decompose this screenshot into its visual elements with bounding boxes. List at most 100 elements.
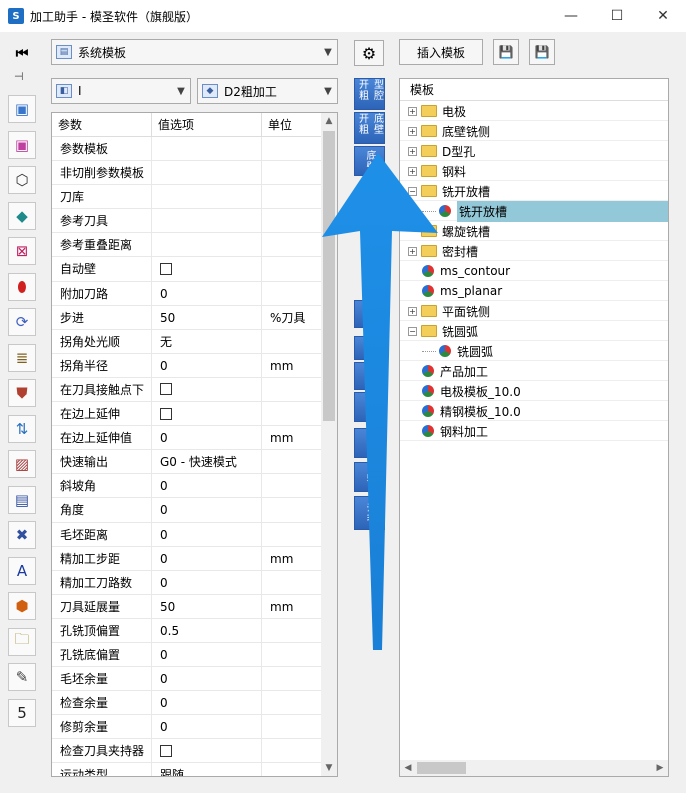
tree-folder-node[interactable]: + 电极 bbox=[408, 101, 466, 121]
tree-row[interactable]: + 钢料 bbox=[400, 161, 668, 181]
param-row[interactable]: 毛坯余量 0 bbox=[52, 667, 322, 692]
param-row[interactable]: 在边上延伸值 0 mm bbox=[52, 426, 322, 451]
param-value[interactable]: 0 bbox=[152, 353, 262, 378]
param-checkbox[interactable] bbox=[160, 383, 172, 396]
scroll-thumb[interactable] bbox=[417, 762, 466, 774]
param-row[interactable]: 参考刀具 bbox=[52, 209, 322, 234]
param-value[interactable]: 0.5 bbox=[152, 618, 262, 643]
tree-row[interactable]: + 平面铣侧 bbox=[400, 301, 668, 321]
tree-row[interactable]: 螺旋铣槽 bbox=[400, 221, 668, 241]
param-value[interactable] bbox=[152, 402, 262, 427]
tree-row[interactable]: 铣圆弧 bbox=[400, 341, 668, 361]
feature-icon[interactable]: ⊠ bbox=[8, 237, 36, 265]
folder-icon[interactable]: 🗀 bbox=[8, 627, 36, 656]
scroll-up-icon[interactable]: ▲ bbox=[321, 113, 337, 129]
tree-folder-node[interactable]: + 底壁铣侧 bbox=[408, 121, 490, 141]
orbit-icon[interactable]: ⟳ bbox=[8, 308, 36, 336]
param-row[interactable]: 自动壁 bbox=[52, 257, 322, 282]
cube-teal-icon[interactable]: ◆ bbox=[8, 201, 36, 230]
pin-icon[interactable]: ⊣ bbox=[14, 70, 24, 83]
maximize-button[interactable]: ☐ bbox=[594, 0, 640, 32]
column-header-value[interactable]: 值选项 bbox=[152, 113, 262, 137]
color-cube-icon[interactable]: ⬢ bbox=[8, 592, 36, 620]
param-row[interactable]: 附加刀路 0 bbox=[52, 281, 322, 306]
insert-template-button[interactable]: 插入模板 bbox=[399, 39, 483, 65]
tree-row[interactable]: 产品加工 bbox=[400, 361, 668, 381]
param-row[interactable]: 非切削参数模板 bbox=[52, 161, 322, 186]
close-button[interactable]: ✕ bbox=[640, 0, 686, 32]
param-value[interactable] bbox=[152, 185, 262, 210]
measure-icon[interactable]: ▨ bbox=[8, 450, 36, 478]
tree-row[interactable]: 精钢模板_10.0 bbox=[400, 401, 668, 421]
param-row[interactable]: 拐角半径 0 mm bbox=[52, 353, 322, 378]
param-value[interactable]: 0 bbox=[152, 715, 262, 740]
param-row[interactable]: 刀具延展量 50 mm bbox=[52, 594, 322, 619]
text-icon[interactable]: A bbox=[8, 556, 36, 585]
param-row[interactable]: 参数模板 bbox=[52, 137, 322, 162]
param-row[interactable]: 斜坡角 0 bbox=[52, 474, 322, 499]
param-value[interactable]: 0 bbox=[152, 546, 262, 571]
param-value[interactable]: 0 bbox=[152, 474, 262, 499]
settings-gear-button[interactable]: ⚙ bbox=[354, 40, 384, 66]
cube-pink-icon[interactable]: ▣ bbox=[8, 130, 36, 159]
tree-row[interactable]: 电极模板_10.0 bbox=[400, 381, 668, 401]
param-row[interactable]: 孔铣底偏置 0 bbox=[52, 642, 322, 668]
param-row[interactable]: 精加工步距 0 mm bbox=[52, 546, 322, 571]
param-row[interactable]: 运动类型 跟随 bbox=[52, 763, 322, 776]
scroll-left-icon[interactable]: ◀ bbox=[400, 760, 416, 776]
param-value[interactable]: 0 bbox=[152, 522, 262, 547]
param-value[interactable] bbox=[152, 137, 262, 161]
param-value[interactable] bbox=[152, 161, 262, 186]
cube-blue-icon[interactable]: ▣ bbox=[8, 95, 36, 123]
red-solid-icon[interactable]: ⬮ bbox=[8, 272, 36, 301]
tree-row[interactable]: + 密封槽 bbox=[400, 241, 668, 261]
param-value[interactable]: 50 bbox=[152, 594, 262, 619]
save-as-icon[interactable]: 💾 bbox=[529, 39, 555, 65]
param-row[interactable]: 毛坯距离 0 bbox=[52, 522, 322, 547]
column-header-param[interactable]: 参数 bbox=[52, 113, 152, 137]
cross-layers-icon[interactable]: ✖ bbox=[8, 521, 36, 549]
template-combo[interactable]: ▤ 系统模板 ▼ bbox=[51, 39, 338, 65]
param-row[interactable]: 步进 50 %刀具 bbox=[52, 305, 322, 330]
param-value[interactable]: 0 bbox=[152, 667, 262, 692]
param-row[interactable]: 快速输出 G0 - 快速模式 bbox=[52, 450, 322, 475]
tree-horizontal-scrollbar[interactable]: ◀ ▶ bbox=[400, 760, 668, 776]
save-icon[interactable]: 💾 bbox=[493, 39, 519, 65]
param-value[interactable] bbox=[152, 739, 262, 764]
cube-wire-icon[interactable]: ⬡ bbox=[8, 166, 36, 194]
param-checkbox[interactable] bbox=[160, 262, 172, 275]
arrow-cube-icon[interactable]: ⇅ bbox=[8, 414, 36, 443]
lines-icon[interactable]: ≣ bbox=[8, 343, 36, 372]
param-value[interactable] bbox=[152, 233, 262, 258]
param-row[interactable]: 刀库 bbox=[52, 185, 322, 210]
param-value[interactable]: 0 bbox=[152, 642, 262, 667]
person-icon[interactable]: ⛊ bbox=[8, 379, 36, 407]
param-checkbox[interactable] bbox=[160, 744, 172, 757]
operation-tab[interactable]: 型腔开粗 bbox=[354, 78, 385, 110]
param-row[interactable]: 孔铣顶偏置 0.5 bbox=[52, 618, 322, 643]
scroll-down-icon[interactable]: ▼ bbox=[321, 760, 337, 776]
param-row[interactable]: 修剪余量 0 bbox=[52, 715, 322, 740]
param-value[interactable]: 0 bbox=[152, 691, 262, 716]
scroll-right-icon[interactable]: ▶ bbox=[652, 760, 668, 776]
param-checkbox[interactable] bbox=[160, 407, 172, 420]
param-value[interactable]: 无 bbox=[152, 329, 262, 354]
tool-combo[interactable]: ◧ I ▼ bbox=[51, 78, 191, 104]
param-row[interactable]: 检查刀具夹持器 bbox=[52, 739, 322, 764]
param-value[interactable] bbox=[152, 209, 262, 234]
tree-row[interactable]: ms_planar bbox=[400, 281, 668, 301]
collapse-first-icon[interactable]: ⏮ bbox=[8, 40, 36, 68]
mode-combo[interactable]: ◆ D2粗加工 ▼ bbox=[197, 78, 338, 104]
tree-row[interactable]: 铣开放槽 bbox=[400, 200, 668, 222]
tree-row[interactable]: ms_contour bbox=[400, 261, 668, 281]
param-row[interactable]: 角度 0 bbox=[52, 498, 322, 523]
param-row[interactable]: 在边上延伸 bbox=[52, 402, 322, 427]
tree-row[interactable]: − 铣圆弧 bbox=[400, 321, 668, 341]
layers-icon[interactable]: ▤ bbox=[8, 485, 36, 514]
tree-row[interactable]: + D型孔 bbox=[400, 141, 668, 161]
param-row[interactable]: 检查余量 0 bbox=[52, 691, 322, 716]
param-value[interactable] bbox=[152, 257, 262, 282]
column-header-unit[interactable]: 单位 bbox=[262, 113, 322, 137]
param-value[interactable]: G0 - 快速模式 bbox=[152, 450, 262, 475]
param-row[interactable]: 在刀具接触点下 bbox=[52, 377, 322, 403]
